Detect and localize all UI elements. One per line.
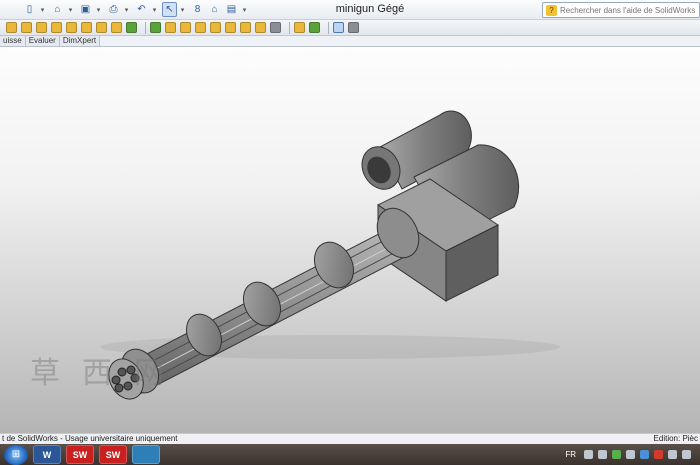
window-title: minigun Gégé: [335, 3, 405, 15]
sweep-icon[interactable]: [36, 22, 47, 33]
toolbar-separator: [145, 21, 146, 34]
quick-access-toolbar: ▯ ▾ ⌂ ▾ ▣ ▾ ⎙ ▾ ↶ ▾ ↖ ▾ 8 ⌂ ▤ ▾: [0, 0, 252, 20]
watermark: 草西网: [30, 356, 186, 391]
command-manager-tabs: uisse Evaluer DimXpert: [0, 36, 700, 47]
file-properties-icon[interactable]: ⌂: [207, 2, 222, 17]
chamfer-icon[interactable]: [111, 22, 122, 33]
windows-start-icon[interactable]: ⊞: [4, 444, 28, 465]
chevron-down-icon[interactable]: ▾: [39, 6, 46, 14]
chevron-down-icon[interactable]: ▾: [179, 6, 186, 14]
pattern-icon[interactable]: [150, 22, 161, 33]
fillet-icon[interactable]: [96, 22, 107, 33]
taskbar-word[interactable]: W: [33, 445, 61, 464]
help-search-icon: ?: [546, 4, 557, 16]
tray-icon[interactable]: [598, 450, 607, 459]
status-edit-mode: Edition: Pièc: [653, 434, 698, 443]
select-icon[interactable]: ↖: [162, 2, 177, 17]
tray-icon[interactable]: [584, 450, 593, 459]
save-icon[interactable]: ▣: [78, 2, 93, 17]
instant3d-icon[interactable]: [270, 22, 281, 33]
chevron-down-icon[interactable]: ▾: [241, 6, 248, 14]
tab-dimxpert[interactable]: DimXpert: [59, 36, 101, 46]
chevron-down-icon[interactable]: ▾: [123, 6, 130, 14]
tray-icon[interactable]: [682, 450, 691, 459]
reference-geometry-icon[interactable]: [240, 22, 251, 33]
open-folder-icon[interactable]: ⌂: [50, 2, 65, 17]
tab-evaluer[interactable]: Evaluer: [25, 36, 60, 46]
revolve-cut-icon[interactable]: [81, 22, 92, 33]
tray-icon[interactable]: [626, 450, 635, 459]
command-toolbar: [0, 20, 700, 36]
loft-icon[interactable]: [51, 22, 62, 33]
help-search-input[interactable]: [560, 5, 698, 15]
tray-icon[interactable]: [640, 450, 649, 459]
help-search-box[interactable]: ?: [542, 2, 700, 18]
title-bar: ▯ ▾ ⌂ ▾ ▣ ▾ ⎙ ▾ ↶ ▾ ↖ ▾ 8 ⌂ ▤ ▾ minigun Gégé ?: [0, 0, 700, 20]
chevron-down-icon[interactable]: ▾: [151, 6, 158, 14]
toolbar-separator: [328, 21, 329, 34]
wrap-icon[interactable]: [225, 22, 236, 33]
taskbar-solidworks-1[interactable]: SW: [66, 445, 94, 464]
system-tray: FR: [565, 446, 696, 463]
taskbar-app-generic[interactable]: [132, 445, 160, 464]
revolve-boss-icon[interactable]: [21, 22, 32, 33]
taskbar-solidworks-2[interactable]: SW: [99, 445, 127, 464]
toolbar-separator: [289, 21, 290, 34]
status-bar: t de SolidWorks - Usage universitaire un…: [0, 433, 700, 444]
status-left-text: t de SolidWorks - Usage universitaire un…: [2, 434, 178, 443]
mirror-icon[interactable]: [165, 22, 176, 33]
windows-taskbar: ⊞ W SW SW FR: [0, 444, 700, 465]
language-indicator[interactable]: FR: [565, 450, 576, 459]
options-icon[interactable]: ▤: [224, 2, 239, 17]
chevron-down-icon[interactable]: ▾: [67, 6, 74, 14]
new-document-icon[interactable]: ▯: [22, 2, 37, 17]
chevron-down-icon[interactable]: ▾: [95, 6, 102, 14]
extrude-cut-icon[interactable]: [66, 22, 77, 33]
curves-icon[interactable]: [255, 22, 266, 33]
view-orientation-icon[interactable]: [348, 22, 359, 33]
print-icon[interactable]: ⎙: [106, 2, 121, 17]
tray-icon[interactable]: [654, 450, 663, 459]
select-tool-icon[interactable]: [333, 22, 344, 33]
undo-icon[interactable]: ↶: [134, 2, 149, 17]
shell-icon[interactable]: [180, 22, 191, 33]
dome-icon[interactable]: [210, 22, 221, 33]
tray-icon[interactable]: [668, 450, 677, 459]
extrude-boss-icon[interactable]: [6, 22, 17, 33]
tray-icon[interactable]: [612, 450, 621, 459]
draft-icon[interactable]: [195, 22, 206, 33]
smart-dimension-icon[interactable]: [309, 22, 320, 33]
tab-esquisse[interactable]: uisse: [0, 36, 26, 46]
sketch-icon[interactable]: [294, 22, 305, 33]
rebuild-icon[interactable]: 8: [190, 2, 205, 17]
rib-icon[interactable]: [126, 22, 137, 33]
